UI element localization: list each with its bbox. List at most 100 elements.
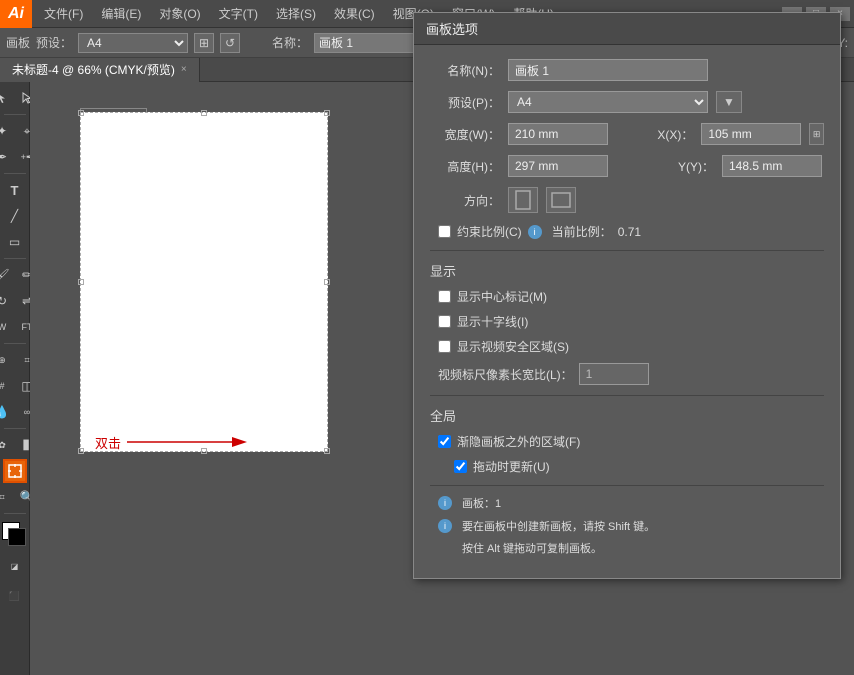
normal-mode[interactable]: □: [0, 554, 2, 578]
annotation-arrow: [127, 432, 247, 452]
symbol-sprayer-tool[interactable]: ✿: [0, 433, 14, 457]
height-input[interactable]: [508, 155, 608, 177]
handle-mr[interactable]: [324, 279, 330, 285]
info-row-3: 按住 Alt 键拖动可复制画板。: [430, 541, 824, 558]
width-input[interactable]: [508, 123, 608, 145]
update-drag-row: 拖动时更新(U): [430, 458, 824, 475]
handle-bl[interactable]: [78, 448, 84, 454]
handle-tr[interactable]: [324, 110, 330, 116]
name-label-ctrl: 名称：: [272, 34, 308, 51]
landscape-button[interactable]: [546, 187, 576, 213]
section-divider-3: [430, 485, 824, 486]
update-on-drag-label: 拖动时更新(U): [473, 458, 550, 475]
mesh-tool[interactable]: #: [0, 374, 14, 398]
magic-wand-tool[interactable]: ✦: [0, 119, 14, 143]
handle-br[interactable]: [324, 448, 330, 454]
info-shift-tip: 要在画板中创建新画板，请按 Shift 键。: [462, 519, 655, 536]
show-crosshair-checkbox[interactable]: [438, 315, 451, 328]
video-pixel-row: 视频标尺像素长宽比(L)：: [430, 363, 824, 385]
foreground-swatch[interactable]: [8, 528, 26, 546]
orientation-label: 方向：: [430, 192, 500, 209]
preset-label: 预设：: [36, 34, 72, 51]
ai-logo: Ai: [0, 0, 32, 28]
preset-icon2[interactable]: ↺: [220, 33, 240, 53]
rectangle-tool[interactable]: ▭: [3, 230, 27, 254]
shape-builder-tool[interactable]: ⊕: [0, 348, 14, 372]
show-safe-checkbox[interactable]: [438, 340, 451, 353]
ratio-value: 0.71: [618, 225, 641, 239]
toolbar: ✦ ⌖ ✒ +✒ T ╱ ▭ 🖌 ✏ ↻ ⇌ W FT: [0, 82, 30, 675]
name-field-label: 名称(N)：: [430, 62, 500, 79]
preset-field-select[interactable]: A4: [508, 91, 708, 113]
main-area: ✦ ⌖ ✒ +✒ T ╱ ▭ 🖌 ✏ ↻ ⇌ W FT: [0, 82, 854, 675]
global-section-label: 全局: [430, 406, 824, 425]
constrain-label: 约束比例(C): [457, 223, 522, 240]
preset-select[interactable]: A4: [78, 33, 188, 53]
dialog-body: 名称(N)： 预设(P)： A4 ▼ 宽度(W)： X(X)： ⊞: [414, 45, 840, 578]
menu-effect[interactable]: 效果(C): [326, 3, 383, 24]
portrait-button[interactable]: [508, 187, 538, 213]
fade-outside-label: 渐隐画板之外的区域(F): [457, 433, 580, 450]
artboard-tool[interactable]: [3, 459, 27, 483]
video-pixel-label: 视频标尺像素长宽比(L)：: [438, 366, 573, 383]
menu-file[interactable]: 文件(F): [36, 3, 91, 24]
mask-mode[interactable]: ◪: [3, 554, 27, 578]
tab-close-button[interactable]: ×: [181, 64, 187, 75]
height-label: 高度(H)：: [430, 158, 500, 175]
link-icon[interactable]: ⊞: [809, 123, 824, 145]
pen-tool[interactable]: ✒: [0, 145, 14, 169]
preset-field-label: 预设(P)：: [430, 94, 500, 111]
width-tool[interactable]: W: [0, 315, 14, 339]
name-field-row: 名称(N)：: [430, 59, 824, 81]
preset-icon1[interactable]: ⊞: [194, 33, 214, 53]
update-on-drag-checkbox[interactable]: [454, 460, 467, 473]
section-divider-2: [430, 395, 824, 396]
show-safe-label: 显示视频安全区域(S): [457, 338, 569, 355]
y-label-dialog: Y(Y)：: [664, 158, 714, 175]
tab-label: 未标题-4 @ 66% (CMYK/预览): [12, 61, 175, 78]
video-pixel-input[interactable]: [579, 363, 649, 385]
selection-tool[interactable]: [0, 86, 14, 110]
show-crosshair-row: 显示十字线(I): [430, 313, 824, 330]
menu-object[interactable]: 对象(O): [151, 3, 208, 24]
fade-outside-row: 渐隐画板之外的区域(F): [430, 433, 824, 450]
section-divider-1: [430, 250, 824, 251]
rotate-tool[interactable]: ↻: [0, 289, 14, 313]
color-swatches[interactable]: [2, 522, 28, 548]
name-field-input[interactable]: [508, 59, 708, 81]
info-row-1: i 画板：1: [430, 496, 824, 513]
artboard-options-dialog: 画板选项 名称(N)： 预设(P)： A4 ▼ 宽度(W)： X(X)：: [413, 12, 841, 579]
screen-mode-button[interactable]: ⬛: [3, 584, 27, 608]
constrain-info-icon: i: [528, 225, 542, 239]
artboard: [80, 112, 328, 452]
menu-select[interactable]: 选择(S): [268, 3, 324, 24]
display-section-label: 显示: [430, 261, 824, 280]
name-input-ctrl[interactable]: [314, 33, 414, 53]
slice-tool[interactable]: ⌗: [0, 485, 14, 509]
dialog-title: 画板选项: [414, 13, 840, 45]
brush-tool[interactable]: 🖌: [0, 263, 14, 287]
eyedropper-tool[interactable]: 💧: [0, 400, 14, 424]
preset-field-row: 预设(P)： A4 ▼: [430, 91, 824, 113]
handle-tl[interactable]: [78, 110, 84, 116]
show-safe-row: 显示视频安全区域(S): [430, 338, 824, 355]
type-tool[interactable]: T: [3, 178, 27, 202]
y-input[interactable]: [722, 155, 822, 177]
ratio-label: 当前比例：: [552, 223, 612, 240]
info-icon-2: i: [438, 519, 452, 533]
document-tab[interactable]: 未标题-4 @ 66% (CMYK/预览) ×: [0, 58, 200, 82]
preset-menu-icon[interactable]: ▼: [716, 91, 742, 113]
constrain-row: 约束比例(C) i 当前比例： 0.71: [430, 223, 824, 240]
menu-edit[interactable]: 编辑(E): [93, 3, 149, 24]
show-center-label: 显示中心标记(M): [457, 288, 547, 305]
menu-type[interactable]: 文字(T): [211, 3, 266, 24]
fade-outside-checkbox[interactable]: [438, 435, 451, 448]
x-label-dialog: X(X)：: [643, 126, 693, 143]
show-crosshair-label: 显示十字线(I): [457, 313, 528, 330]
handle-ml[interactable]: [78, 279, 84, 285]
constrain-checkbox[interactable]: [438, 225, 451, 238]
handle-tm[interactable]: [201, 110, 207, 116]
x-input[interactable]: [701, 123, 801, 145]
show-center-checkbox[interactable]: [438, 290, 451, 303]
line-tool[interactable]: ╱: [3, 204, 27, 228]
